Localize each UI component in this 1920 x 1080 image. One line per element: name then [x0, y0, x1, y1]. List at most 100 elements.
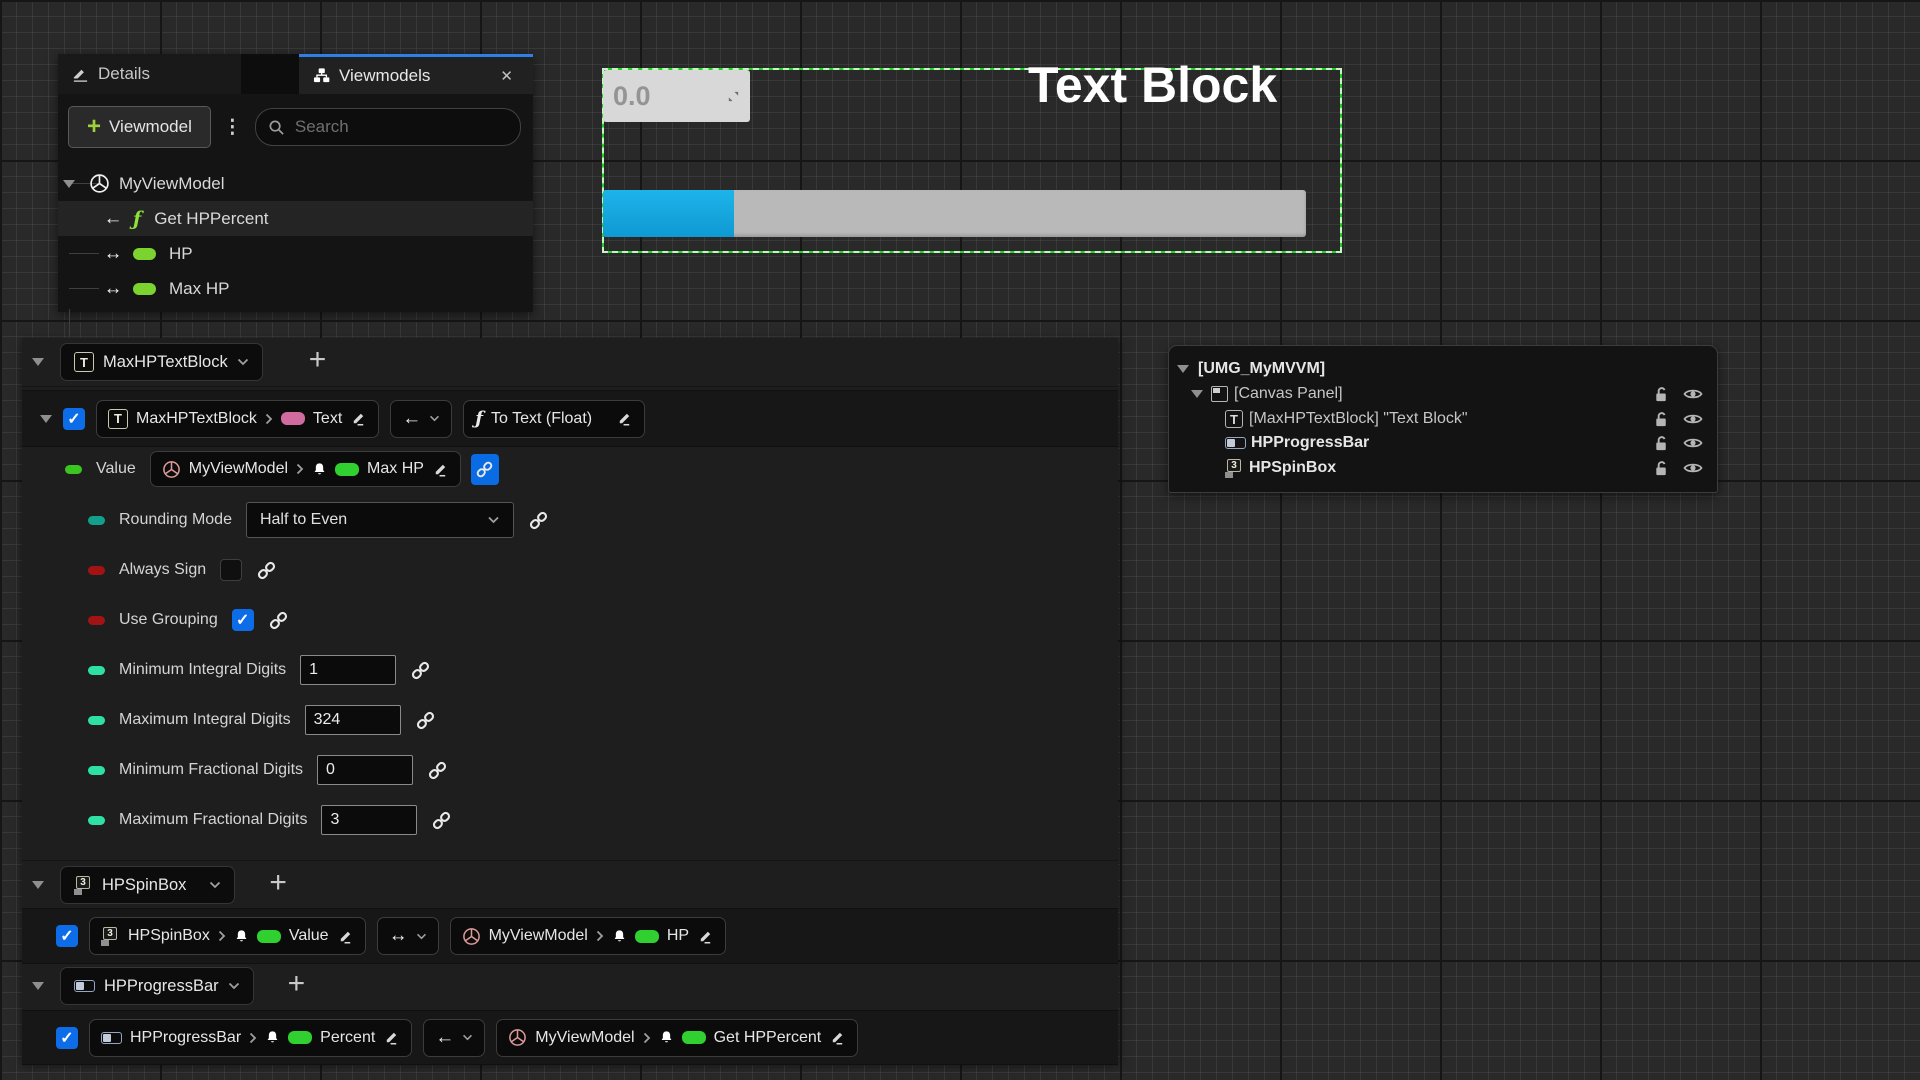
visibility-eye-icon[interactable]	[1683, 461, 1703, 475]
rounding-mode-dropdown[interactable]: Half to Even	[246, 502, 514, 538]
search-input[interactable]	[293, 116, 508, 138]
max-fractional-input[interactable]	[321, 805, 417, 835]
int-pill-icon	[88, 716, 105, 725]
collapse-arrow-icon[interactable]	[32, 881, 44, 889]
collapse-arrow-icon[interactable]	[40, 415, 52, 423]
chain-link-icon[interactable]	[415, 710, 436, 731]
use-grouping-checkbox[interactable]: ✓	[232, 609, 254, 631]
int-pill-icon	[88, 666, 105, 675]
section-header-hpprogressbar: HPProgressBar +	[22, 962, 1118, 1011]
binding-enabled-checkbox[interactable]: ✓	[63, 408, 85, 430]
edit-pencil-icon[interactable]	[383, 1029, 400, 1046]
one-way-arrow-icon: ←	[100, 208, 126, 230]
chain-link-icon[interactable]	[528, 510, 549, 531]
hierarchy-row-maxhptextblock[interactable]: T [MaxHPTextBlock] "Text Block"	[1169, 407, 1717, 431]
visibility-eye-icon[interactable]	[1683, 387, 1703, 401]
one-way-arrow-icon: ←	[402, 408, 421, 430]
tree-row-hp[interactable]: ↔ HP	[58, 236, 533, 271]
binding-direction-dropdown[interactable]: ←	[423, 1019, 485, 1057]
tab-viewmodels[interactable]: Viewmodels ✕	[299, 54, 533, 94]
lock-icon[interactable]	[1653, 460, 1670, 477]
edit-pencil-icon[interactable]	[350, 410, 367, 427]
chevron-down-icon	[228, 982, 240, 990]
chain-link-icon[interactable]	[256, 560, 277, 581]
property-name: HP	[667, 927, 689, 945]
hierarchy-row-root[interactable]: [UMG_MyMVVM]	[1169, 357, 1717, 381]
min-integral-input[interactable]	[300, 655, 396, 685]
panel-tab-bar: Details Viewmodels ✕	[58, 54, 533, 94]
visibility-eye-icon[interactable]	[1683, 436, 1703, 450]
chain-link-icon[interactable]	[431, 810, 452, 831]
source-chip[interactable]: MyViewModel HP	[450, 917, 727, 955]
converter-name: To Text (Float)	[491, 410, 592, 428]
lock-icon[interactable]	[1653, 435, 1670, 452]
binding-direction-dropdown[interactable]: ←	[390, 400, 452, 438]
tree-row-myviewmodel[interactable]: MyViewModel	[58, 166, 533, 201]
hp-progressbar-widget[interactable]	[603, 190, 1306, 237]
close-icon[interactable]: ✕	[494, 65, 519, 87]
always-sign-checkbox[interactable]	[220, 559, 242, 581]
hierarchy-row-hpprogressbar[interactable]: HPProgressBar	[1169, 431, 1717, 455]
bound-link-button[interactable]	[471, 454, 499, 485]
plus-icon: +	[87, 115, 101, 139]
add-viewmodel-button[interactable]: + Viewmodel	[68, 106, 211, 148]
min-fractional-input[interactable]	[317, 755, 413, 785]
add-binding-icon[interactable]: +	[288, 969, 306, 999]
umg-editor-canvas: Details Viewmodels ✕ + Viewmodel ⋮	[0, 0, 1920, 1080]
progressbar-fill	[603, 190, 734, 237]
chevron-down-icon	[416, 933, 427, 940]
chain-link-icon[interactable]	[410, 660, 431, 681]
collapse-arrow-icon[interactable]	[32, 982, 44, 990]
add-binding-icon[interactable]: +	[309, 345, 327, 375]
conversion-function-chip[interactable]: ƒ To Text (Float)	[463, 400, 645, 438]
widget-selector-hpprogressbar[interactable]: HPProgressBar	[60, 967, 254, 1005]
options-menu-icon[interactable]: ⋮	[221, 116, 245, 139]
collapse-arrow-icon[interactable]	[63, 180, 75, 188]
hierarchy-row-hpspinbox[interactable]: 3 HPSpinBox	[1169, 456, 1717, 480]
search-icon	[268, 119, 285, 136]
edit-pencil-icon[interactable]	[337, 928, 354, 945]
destination-chip[interactable]: 3 HPSpinBox Value	[89, 917, 366, 955]
collapse-arrow-icon[interactable]	[1191, 390, 1203, 398]
lock-icon[interactable]	[1653, 411, 1670, 428]
edit-pencil-icon[interactable]	[432, 461, 449, 478]
hp-spinbox-widget[interactable]: 0.0	[603, 70, 750, 122]
edit-pencil-icon[interactable]	[829, 1029, 846, 1046]
binding-enabled-checkbox[interactable]: ✓	[56, 1027, 78, 1049]
chain-link-icon[interactable]	[427, 760, 448, 781]
arg-label: Rounding Mode	[119, 511, 232, 529]
value-source-chip[interactable]: MyViewModel Max HP	[150, 451, 461, 487]
tab-details[interactable]: Details	[58, 54, 241, 94]
enum-pill-icon	[88, 516, 105, 525]
text-property-pill-icon	[281, 412, 305, 425]
chain-link-icon[interactable]	[268, 610, 289, 631]
destination-chip[interactable]: HPProgressBar Percent	[89, 1019, 412, 1057]
widget-selector-hpspinbox[interactable]: 3 HPSpinBox	[60, 866, 235, 904]
property-name: Value	[289, 927, 329, 945]
field-pill-icon	[133, 248, 156, 260]
collapse-arrow-icon[interactable]	[1177, 365, 1189, 373]
widget-name: MaxHPTextBlock	[103, 353, 228, 372]
tree-row-max-hp[interactable]: ↔ Max HP	[58, 271, 533, 306]
edit-pencil-icon[interactable]	[616, 410, 633, 427]
notify-bell-icon	[265, 1030, 280, 1045]
add-binding-icon[interactable]: +	[269, 868, 287, 898]
textblock-icon: T	[74, 352, 94, 372]
binding-enabled-checkbox[interactable]: ✓	[56, 925, 78, 947]
widget-selector-maxhptextblock[interactable]: T MaxHPTextBlock	[60, 343, 263, 381]
hierarchy-item-label: HPProgressBar	[1251, 434, 1369, 452]
max-integral-input[interactable]	[305, 705, 401, 735]
tree-row-get-hppercent[interactable]: ← ƒ Get HPPercent	[58, 201, 533, 236]
binding-direction-dropdown[interactable]: ↔	[377, 917, 439, 955]
text-block-widget[interactable]: Text Block	[1028, 56, 1277, 114]
viewmodel-name: MyViewModel	[535, 1029, 634, 1047]
destination-chip[interactable]: T MaxHPTextBlock Text	[96, 400, 379, 438]
visibility-eye-icon[interactable]	[1683, 412, 1703, 426]
collapse-arrow-icon[interactable]	[32, 358, 44, 366]
source-chip[interactable]: MyViewModel Get HPPercent	[496, 1019, 858, 1057]
viewmodel-search[interactable]	[255, 108, 521, 146]
edit-pencil-icon[interactable]	[697, 928, 714, 945]
lock-icon[interactable]	[1653, 386, 1670, 403]
hierarchy-row-canvas-panel[interactable]: [Canvas Panel]	[1169, 382, 1717, 406]
arg-label: Value	[96, 460, 136, 478]
